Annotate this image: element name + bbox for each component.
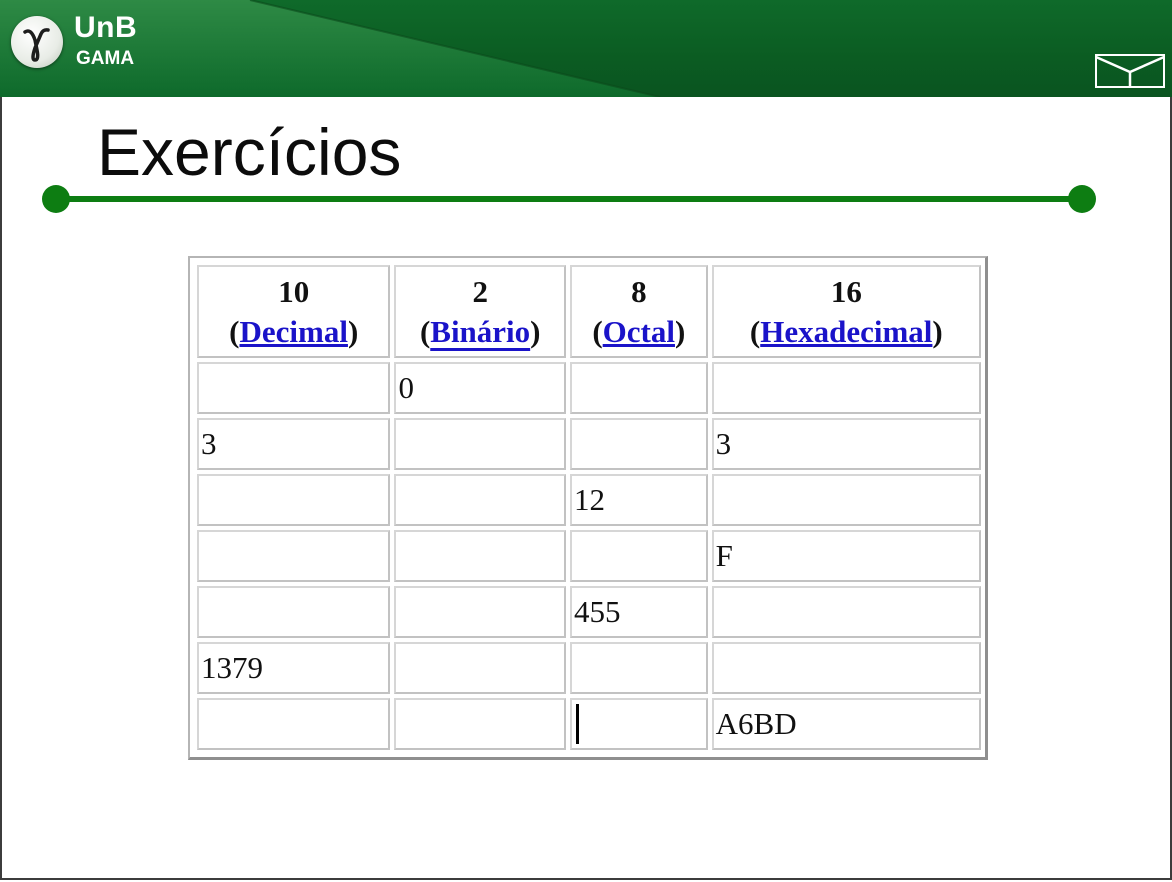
unb-emblem-icon [1095,54,1165,88]
table-cell[interactable] [197,362,391,414]
header-decimal: 10 (Decimal) [197,265,391,358]
table-cell[interactable]: 1379 [197,642,391,694]
table-header-row: 10 (Decimal) 2 (Binário) 8 (Octal) 16 (H… [197,265,981,358]
header-hexadecimal: 16 (Hexadecimal) [711,265,981,358]
link-octal[interactable]: Octal [603,314,675,349]
table-cell[interactable]: 455 [570,586,708,638]
header-base: 10 [278,273,310,309]
table-cell[interactable]: 3 [711,418,981,470]
underline-dot-left [42,185,70,213]
table-cell[interactable] [197,474,391,526]
unb-logo-icon [11,16,63,68]
header-base: 16 [830,273,862,309]
table-cell[interactable] [570,418,708,470]
table-cell[interactable] [570,642,708,694]
text-cursor [576,704,580,745]
header-octal: 8 (Octal) [570,265,708,358]
table-cell-editing[interactable] [570,698,708,750]
table-cell[interactable] [711,586,981,638]
link-decimal[interactable]: Decimal [239,314,347,349]
table-cell[interactable]: 0 [394,362,567,414]
table-cell[interactable] [570,362,708,414]
logo-text-unb: UnB [74,11,138,44]
table-row: 3 3 [197,418,981,470]
table-cell[interactable]: F [711,530,981,582]
table-row: 12 [197,474,981,526]
link-hexadecimal[interactable]: Hexadecimal [760,314,932,349]
table-row: 455 [197,586,981,638]
slide-title: Exercícios [97,115,402,189]
table-cell[interactable] [394,642,567,694]
table-cell[interactable] [197,698,391,750]
table-cell[interactable]: 12 [570,474,708,526]
conversion-table: 10 (Decimal) 2 (Binário) 8 (Octal) 16 (H… [193,261,985,754]
banner-sweep [0,0,661,97]
header-banner: UnB GAMA [0,0,1172,97]
table-cell[interactable] [711,642,981,694]
table-cell[interactable] [394,474,567,526]
header-binary: 2 (Binário) [394,265,567,358]
title-underline [56,196,1082,202]
table-cell[interactable]: 3 [197,418,391,470]
table-cell[interactable] [711,362,981,414]
table-cell[interactable] [197,586,391,638]
table-cell[interactable] [570,530,708,582]
table-cell[interactable] [394,586,567,638]
table-row: 1379 [197,642,981,694]
underline-dot-right [1068,185,1096,213]
table-cell[interactable] [711,474,981,526]
table-cell[interactable] [197,530,391,582]
table-cell[interactable] [394,530,567,582]
logo-text-gama: GAMA [76,48,135,69]
link-binary[interactable]: Binário [430,314,530,349]
table-row: 0 [197,362,981,414]
table-row: F [197,530,981,582]
conversion-table-frame: 10 (Decimal) 2 (Binário) 8 (Octal) 16 (H… [188,256,988,760]
header-base: 8 [631,273,647,309]
table-cell[interactable] [394,418,567,470]
table-row: A6BD [197,698,981,750]
table-cell[interactable] [394,698,567,750]
table-cell[interactable]: A6BD [711,698,981,750]
header-base: 2 [472,273,488,309]
